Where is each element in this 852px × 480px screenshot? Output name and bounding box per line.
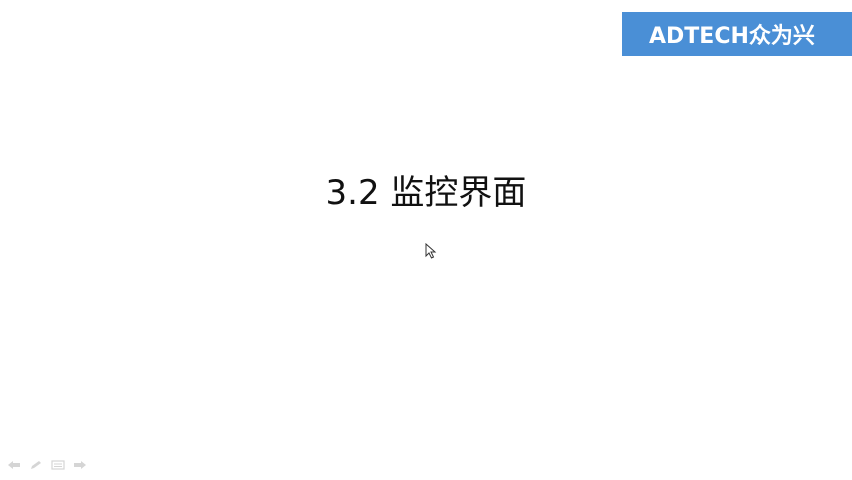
presentation-slide: ADTECH众为兴 3.2 监控界面 (0, 0, 852, 480)
next-arrow-icon (74, 461, 86, 469)
brand-banner: ADTECH众为兴 (622, 12, 852, 56)
slideshow-controls (6, 459, 88, 471)
slide-menu-button[interactable] (50, 459, 66, 471)
pen-icon (31, 461, 41, 469)
previous-slide-button[interactable] (6, 459, 22, 471)
mouse-pointer-icon (425, 243, 437, 259)
previous-arrow-icon (8, 461, 20, 469)
slide-title: 3.2 监控界面 (325, 173, 527, 213)
next-slide-button[interactable] (72, 459, 88, 471)
brand-logo-text: ADTECH众为兴 (649, 24, 815, 49)
menu-icon (51, 460, 65, 470)
pen-tool-button[interactable] (28, 459, 44, 471)
